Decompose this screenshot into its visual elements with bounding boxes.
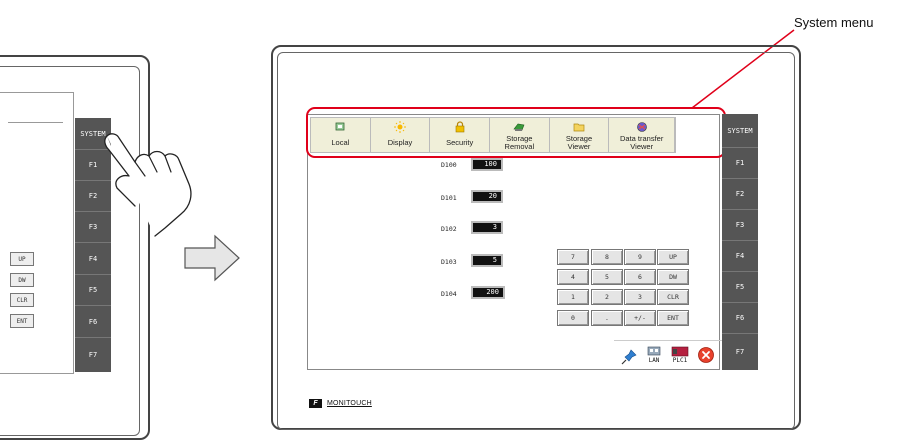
close-icon[interactable] bbox=[695, 344, 717, 366]
keypad-key-9[interactable]: 9 bbox=[624, 249, 656, 265]
status-icon-bar: LAN PLC1 bbox=[614, 340, 722, 368]
left-device-screen bbox=[0, 92, 74, 374]
keypad-key-up[interactable]: UP bbox=[657, 249, 689, 265]
f7-key[interactable]: F7 bbox=[722, 334, 758, 370]
left-ent-key[interactable]: ENT bbox=[10, 314, 34, 328]
f4-key[interactable]: F4 bbox=[722, 241, 758, 272]
keypad-key-plus-minus[interactable]: +/- bbox=[624, 310, 656, 326]
system-key[interactable]: SYSTEM bbox=[722, 114, 758, 148]
keypad-key-3[interactable]: 3 bbox=[624, 289, 656, 305]
register-value-d104[interactable]: 200 bbox=[471, 286, 505, 299]
plc-label: PLC1 bbox=[672, 356, 688, 364]
left-screen-line bbox=[8, 122, 63, 123]
register-label-d103: D103 bbox=[441, 258, 457, 266]
left-dw-key[interactable]: DW bbox=[10, 273, 34, 287]
f1-key[interactable]: F1 bbox=[722, 148, 758, 179]
register-label-d104: D104 bbox=[441, 290, 457, 298]
brand-name: MONITOUCH bbox=[327, 400, 372, 407]
register-label-d102: D102 bbox=[441, 225, 457, 233]
keypad-key-7[interactable]: 7 bbox=[557, 249, 589, 265]
keypad-key-1[interactable]: 1 bbox=[557, 289, 589, 305]
brand-logo: F bbox=[309, 399, 322, 408]
keypad-key-0[interactable]: 0 bbox=[557, 310, 589, 326]
pin-icon[interactable] bbox=[618, 344, 640, 366]
f5-key[interactable]: F5 bbox=[722, 272, 758, 303]
register-label-d100: D100 bbox=[441, 161, 457, 169]
keypad-key-5[interactable]: 5 bbox=[591, 269, 623, 285]
left-up-key[interactable]: UP bbox=[10, 252, 34, 266]
keypad-key-clr[interactable]: CLR bbox=[657, 289, 689, 305]
register-value-d102[interactable]: 3 bbox=[471, 221, 503, 234]
keypad-key-4[interactable]: 4 bbox=[557, 269, 589, 285]
left-f7-key[interactable]: F7 bbox=[75, 338, 111, 372]
arrow-right-icon bbox=[184, 234, 240, 282]
pointing-hand-icon bbox=[104, 133, 192, 237]
keypad-key-ent[interactable]: ENT bbox=[657, 310, 689, 326]
keypad-key-6[interactable]: 6 bbox=[624, 269, 656, 285]
lan-label: LAN bbox=[648, 356, 660, 364]
plc-status[interactable]: PLC1 bbox=[668, 344, 692, 366]
left-clr-key[interactable]: CLR bbox=[10, 293, 34, 307]
keypad-key-dw[interactable]: DW bbox=[657, 269, 689, 285]
register-value-d103[interactable]: 5 bbox=[471, 254, 503, 267]
system-menu-highlight bbox=[306, 107, 726, 158]
system-menu-callout: System menu bbox=[794, 15, 874, 30]
register-value-d101[interactable]: 20 bbox=[471, 190, 503, 203]
keypad-key-8[interactable]: 8 bbox=[591, 249, 623, 265]
register-value-d100[interactable]: 100 bbox=[471, 158, 503, 171]
f2-key[interactable]: F2 bbox=[722, 179, 758, 210]
left-f4-key[interactable]: F4 bbox=[75, 243, 111, 275]
keypad-key-2[interactable]: 2 bbox=[591, 289, 623, 305]
f3-key[interactable]: F3 bbox=[722, 210, 758, 241]
left-f5-key[interactable]: F5 bbox=[75, 275, 111, 306]
register-label-d101: D101 bbox=[441, 194, 457, 202]
function-key-column: SYSTEM F1 F2 F3 F4 F5 F6 F7 bbox=[722, 114, 758, 370]
f6-key[interactable]: F6 bbox=[722, 303, 758, 334]
keypad-key-dot[interactable]: . bbox=[591, 310, 623, 326]
left-f6-key[interactable]: F6 bbox=[75, 306, 111, 338]
lan-icon bbox=[647, 346, 661, 355]
plc-icon bbox=[671, 346, 689, 356]
lan-status[interactable]: LAN bbox=[643, 344, 665, 366]
